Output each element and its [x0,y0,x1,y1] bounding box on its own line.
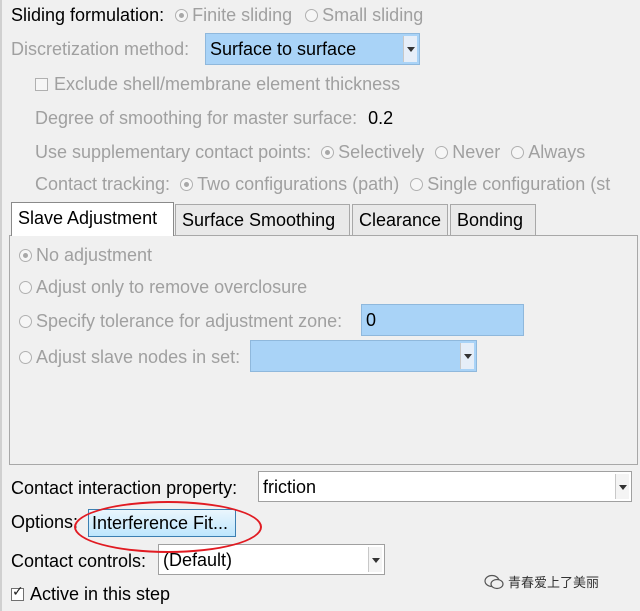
radio-icon [511,146,525,159]
annotation-ellipse [74,501,262,553]
radio-always[interactable]: Always [511,142,585,162]
tab-clearance[interactable]: Clearance [352,204,448,235]
radio-selectively[interactable]: Selectively [321,142,424,162]
contact-controls-value: (Default) [163,550,233,570]
interaction-property-value: friction [263,477,317,497]
options-label: Options: [11,512,79,532]
tab-bonding[interactable]: Bonding [450,204,536,235]
chevron-down-icon[interactable] [403,36,417,62]
smoothing-value: 0.2 [368,108,394,128]
wechat-icon [484,574,504,590]
smoothing-row: Degree of smoothing for master surface: … [35,108,393,129]
radio-icon [19,351,32,364]
window-edge [0,0,2,611]
radio-selected-icon [180,178,194,191]
radio-icon [435,146,449,159]
interaction-property-combo[interactable]: friction [258,471,632,502]
node-set-combo[interactable] [250,340,477,372]
radio-single-configuration[interactable]: Single configuration (st [410,174,610,194]
interaction-property-label: Contact interaction property: [11,478,238,498]
radio-icon [305,9,319,22]
radio-remove-overclosure[interactable]: Adjust only to remove overclosure [19,277,307,298]
checkmark-icon [11,584,24,601]
supplementary-label: Use supplementary contact points: [35,142,312,162]
active-step-checkbox[interactable]: Active in this step [11,584,170,605]
radio-two-configurations[interactable]: Two configurations (path) [180,174,399,194]
tracking-label: Contact tracking: [35,174,171,194]
chevron-down-icon[interactable] [368,547,382,572]
watermark: 青春爱上了美丽 [484,572,599,591]
tracking-row: Contact tracking: Two configurations (pa… [35,174,610,195]
discretization-label: Discretization method: [11,39,190,59]
radio-selected-icon [19,249,32,262]
chevron-down-icon[interactable] [615,474,629,499]
radio-icon [19,315,32,328]
discretization-combo[interactable]: Surface to surface [205,33,420,65]
contact-controls-label: Contact controls: [11,551,147,571]
radio-no-adjustment[interactable]: No adjustment [19,245,152,266]
exclude-shell-checkbox[interactable]: Exclude shell/membrane element thickness [35,74,400,95]
discretization-value: Surface to surface [210,39,357,59]
checkbox-icon [35,78,48,91]
radio-adjust-slave-nodes[interactable]: Adjust slave nodes in set: [19,347,240,368]
radio-icon [19,281,32,294]
tolerance-input[interactable]: 0 [361,304,524,336]
radio-selected-icon [175,9,189,22]
radio-finite-sliding[interactable]: Finite sliding [175,5,297,25]
sliding-formulation-row: Sliding formulation: Finite sliding Smal… [11,5,423,26]
chevron-down-icon[interactable] [460,343,474,369]
radio-small-sliding[interactable]: Small sliding [305,5,423,25]
tab-surface-smoothing[interactable]: Surface Smoothing [175,204,350,235]
radio-specify-tolerance[interactable]: Specify tolerance for adjustment zone: [19,311,342,332]
sliding-formulation-label: Sliding formulation: [11,5,165,25]
tab-slave-adjustment[interactable]: Slave Adjustment [11,202,174,236]
radio-never[interactable]: Never [435,142,500,162]
smoothing-label: Degree of smoothing for master surface: [35,108,358,128]
radio-icon [410,178,424,191]
radio-selected-icon [321,146,335,159]
supplementary-row: Use supplementary contact points: Select… [35,142,585,163]
